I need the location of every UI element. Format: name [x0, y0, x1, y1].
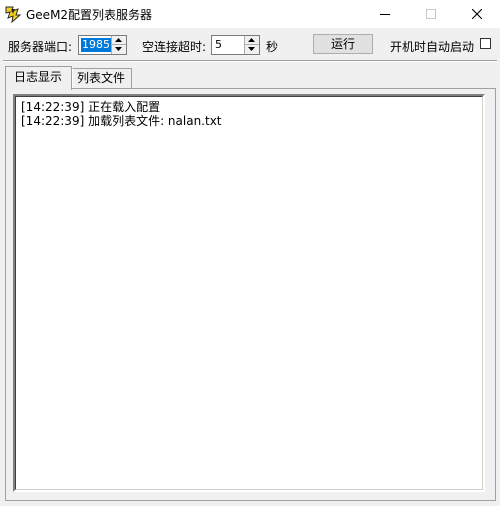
close-button[interactable] [454, 0, 500, 28]
log-line: [14:22:39] 加载列表文件: nalan.txt [21, 114, 222, 128]
app-icon [5, 6, 22, 23]
timeout-input[interactable]: 5 [214, 38, 223, 52]
log-textarea[interactable]: [14:22:39] 正在载入配置 [14:22:39] 加载列表文件: nal… [13, 94, 485, 492]
arrow-down-icon [115, 47, 122, 51]
arrow-down-icon [248, 47, 255, 51]
timeout-label: 空连接超时: [142, 40, 207, 54]
close-icon [472, 9, 482, 19]
tab-list-files[interactable]: 列表文件 [72, 68, 132, 88]
title-bar[interactable]: GeeM2配置列表服务器 [0, 0, 500, 28]
window-title: GeeM2配置列表服务器 [26, 8, 153, 22]
port-label: 服务器端口: [8, 40, 73, 54]
port-spin-buttons[interactable] [111, 36, 126, 54]
arrow-up-icon [115, 38, 122, 42]
autostart-label: 开机时自动启动 [390, 40, 475, 54]
timeout-unit: 秒 [266, 40, 279, 54]
minimize-button[interactable] [362, 0, 408, 28]
timeout-spin-down[interactable] [245, 45, 259, 54]
maximize-button[interactable] [408, 0, 454, 28]
timeout-spinner[interactable]: 5 [211, 35, 260, 55]
port-spinner[interactable]: 1985 [78, 35, 127, 55]
tab-log[interactable]: 日志显示 [5, 66, 72, 90]
autostart-checkbox[interactable] [480, 38, 491, 49]
timeout-spin-up[interactable] [245, 36, 259, 45]
minimize-icon [380, 14, 390, 15]
maximize-icon [426, 9, 436, 19]
arrow-up-icon [248, 38, 255, 42]
timeout-spin-buttons[interactable] [244, 36, 259, 54]
port-spin-up[interactable] [112, 36, 126, 45]
run-button[interactable]: 运行 [313, 34, 373, 54]
separator [3, 60, 497, 62]
log-content: [14:22:39] 正在载入配置 [14:22:39] 加载列表文件: nal… [15, 96, 483, 490]
port-input[interactable]: 1985 [81, 38, 111, 52]
port-spin-down[interactable] [112, 45, 126, 54]
